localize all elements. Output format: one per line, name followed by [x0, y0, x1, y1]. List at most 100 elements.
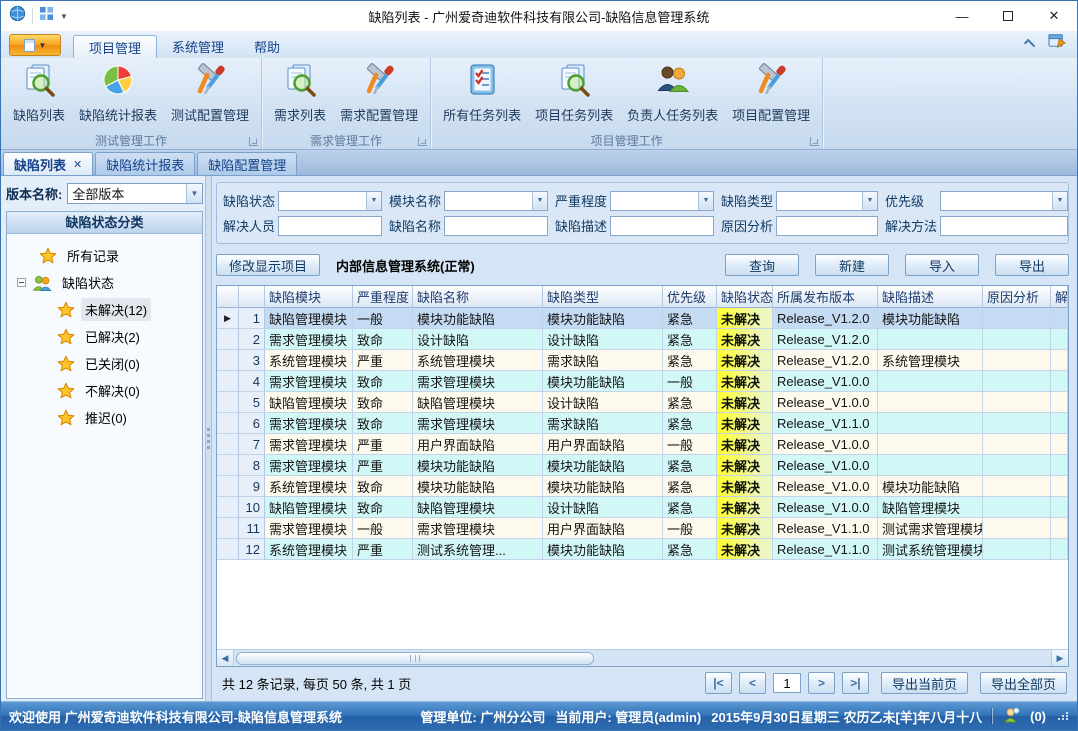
next-page-button[interactable]: >: [808, 672, 835, 694]
ribbon-button[interactable]: 缺陷统计报表: [72, 61, 164, 126]
column-header[interactable]: 缺陷描述: [878, 286, 983, 308]
document-tab-2[interactable]: 缺陷统计报表: [95, 152, 195, 175]
tree-item[interactable]: 所有记录: [9, 242, 200, 269]
filter-value-input[interactable]: [279, 217, 381, 235]
filter-input[interactable]: [278, 216, 382, 236]
filter-value-input[interactable]: [611, 217, 713, 235]
panel-splitter[interactable]: [205, 176, 212, 701]
table-row[interactable]: 10缺陷管理模块致命缺陷管理模块设计缺陷紧急未解决Release_V1.0.0缺…: [217, 497, 1068, 518]
horizontal-scrollbar[interactable]: ◀ ▶: [217, 649, 1068, 666]
ribbon-button[interactable]: 测试配置管理: [164, 61, 256, 126]
column-header[interactable]: 缺陷状态: [717, 286, 773, 308]
close-tab-icon[interactable]: ✕: [73, 158, 82, 171]
ribbon-button[interactable]: 需求列表: [267, 61, 333, 126]
column-header[interactable]: 缺陷名称: [413, 286, 543, 308]
filter-select[interactable]: ▼: [940, 191, 1068, 211]
filter-value-input[interactable]: [777, 217, 877, 235]
export-button[interactable]: 导出: [995, 254, 1069, 276]
dialog-launcher-icon[interactable]: [810, 137, 819, 146]
column-header[interactable]: 所属发布版本: [773, 286, 878, 308]
filter-input[interactable]: [610, 216, 714, 236]
prev-page-button[interactable]: <: [739, 672, 766, 694]
chevron-down-icon[interactable]: ▼: [366, 192, 381, 210]
column-header[interactable]: 严重程度: [353, 286, 413, 308]
app-menu-button[interactable]: ▼: [9, 34, 61, 56]
tree-item[interactable]: 未解决(12): [9, 296, 200, 323]
maximize-button[interactable]: [985, 1, 1031, 31]
tree-item[interactable]: 不解决(0): [9, 377, 200, 404]
ribbon-collapse-icon[interactable]: [1024, 39, 1035, 50]
ribbon-button[interactable]: 负责人任务列表: [620, 61, 725, 126]
dialog-launcher-icon[interactable]: [249, 137, 258, 146]
filter-select[interactable]: ▼: [776, 191, 878, 211]
filter-select[interactable]: ▼: [444, 191, 548, 211]
filter-select[interactable]: ▼: [278, 191, 382, 211]
dialog-launcher-icon[interactable]: [418, 137, 427, 146]
table-row[interactable]: 7需求管理模块严重用户界面缺陷用户界面缺陷一般未解决Release_V1.0.0: [217, 434, 1068, 455]
table-row[interactable]: 11需求管理模块一般需求管理模块用户界面缺陷一般未解决Release_V1.1.…: [217, 518, 1068, 539]
qat-grid-icon[interactable]: [39, 6, 54, 26]
page-number-input[interactable]: [773, 673, 801, 693]
scroll-left-icon[interactable]: ◀: [217, 650, 234, 666]
ribbon-tab-3[interactable]: 帮助: [239, 35, 295, 58]
table-row[interactable]: 4需求管理模块致命需求管理模块模块功能缺陷一般未解决Release_V1.0.0: [217, 371, 1068, 392]
chevron-down-icon[interactable]: ▼: [1052, 192, 1067, 210]
filter-value-input[interactable]: [279, 192, 366, 210]
tree-item[interactable]: 已关闭(0): [9, 350, 200, 377]
chevron-down-icon[interactable]: ▼: [186, 184, 202, 203]
close-button[interactable]: ✕: [1031, 1, 1077, 31]
column-header[interactable]: 缺陷模块: [265, 286, 353, 308]
modify-display-items-button[interactable]: 修改显示项目: [216, 254, 320, 276]
new-button[interactable]: 新建: [815, 254, 889, 276]
table-row[interactable]: ▶1缺陷管理模块一般模块功能缺陷模块功能缺陷紧急未解决Release_V1.2.…: [217, 308, 1068, 329]
column-header[interactable]: 优先级: [663, 286, 717, 308]
help-icon[interactable]: [1048, 32, 1067, 54]
scrollbar-thumb[interactable]: [236, 652, 594, 665]
table-row[interactable]: 5缺陷管理模块致命缺陷管理模块设计缺陷紧急未解决Release_V1.0.0: [217, 392, 1068, 413]
ribbon-button[interactable]: 项目任务列表: [528, 61, 620, 126]
export-all-pages-button[interactable]: 导出全部页: [980, 672, 1067, 694]
filter-value-input[interactable]: [445, 192, 532, 210]
chevron-down-icon[interactable]: ▼: [532, 192, 547, 210]
filter-input[interactable]: [444, 216, 548, 236]
column-header[interactable]: 缺陷类型: [543, 286, 663, 308]
filter-value-input[interactable]: [941, 217, 1067, 235]
collapse-icon[interactable]: [17, 278, 26, 287]
ribbon-tab-1[interactable]: 项目管理: [73, 35, 157, 58]
table-row[interactable]: 9系统管理模块致命模块功能缺陷模块功能缺陷紧急未解决Release_V1.0.0…: [217, 476, 1068, 497]
table-row[interactable]: 3系统管理模块严重系统管理模块需求缺陷紧急未解决Release_V1.2.0系统…: [217, 350, 1068, 371]
table-row[interactable]: 6需求管理模块致命需求管理模块需求缺陷紧急未解决Release_V1.1.0: [217, 413, 1068, 434]
table-row[interactable]: 8需求管理模块严重模块功能缺陷模块功能缺陷紧急未解决Release_V1.0.0: [217, 455, 1068, 476]
filter-value-input[interactable]: [777, 192, 862, 210]
column-header[interactable]: 原因分析: [983, 286, 1051, 308]
ribbon-button[interactable]: 缺陷列表: [6, 61, 72, 126]
messages-icon[interactable]: [1003, 707, 1020, 726]
ribbon-button[interactable]: 项目配置管理: [725, 61, 817, 126]
filter-input[interactable]: [776, 216, 878, 236]
filter-value-input[interactable]: [941, 192, 1052, 210]
tree-item[interactable]: 缺陷状态: [9, 269, 200, 296]
first-page-button[interactable]: |<: [705, 672, 732, 694]
qat-dropdown-icon[interactable]: ▼: [60, 12, 68, 21]
search-button[interactable]: 查询: [725, 254, 799, 276]
table-row[interactable]: 12系统管理模块严重测试系统管理...模块功能缺陷紧急未解决Release_V1…: [217, 539, 1068, 560]
document-tab-1[interactable]: 缺陷列表✕: [3, 152, 93, 175]
chevron-down-icon[interactable]: ▼: [698, 192, 713, 210]
filter-input[interactable]: [940, 216, 1068, 236]
column-header[interactable]: 解决方法: [1051, 286, 1068, 308]
scroll-right-icon[interactable]: ▶: [1051, 650, 1068, 666]
chevron-down-icon[interactable]: ▼: [862, 192, 877, 210]
tree-item[interactable]: 已解决(2): [9, 323, 200, 350]
ribbon-tab-2[interactable]: 系统管理: [157, 35, 239, 58]
filter-select[interactable]: ▼: [610, 191, 714, 211]
import-button[interactable]: 导入: [905, 254, 979, 276]
filter-value-input[interactable]: [445, 217, 547, 235]
resize-grip[interactable]: [1058, 712, 1069, 720]
filter-value-input[interactable]: [611, 192, 698, 210]
ribbon-button[interactable]: 需求配置管理: [333, 61, 425, 126]
tree-item[interactable]: 推迟(0): [9, 404, 200, 431]
ribbon-button[interactable]: 所有任务列表: [436, 61, 528, 126]
document-tab-3[interactable]: 缺陷配置管理: [197, 152, 297, 175]
minimize-button[interactable]: —: [939, 1, 985, 31]
export-current-page-button[interactable]: 导出当前页: [881, 672, 968, 694]
